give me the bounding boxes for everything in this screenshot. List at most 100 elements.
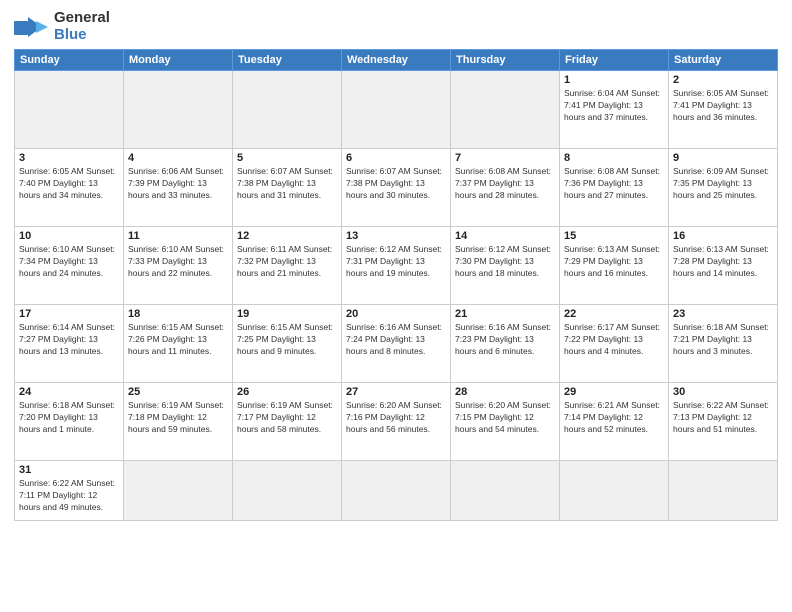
calendar-cell: 11Sunrise: 6:10 AM Sunset: 7:33 PM Dayli… [124,227,233,305]
calendar-cell: 13 Sunrise: 6:12 AM Sunset: 7:31 PM Dayli… [342,227,451,305]
day-info: Sunrise: 6:13 AM Sunset: 7:28 PM Dayligh… [673,244,773,280]
calendar-cell: 26 Sunrise: 6:19 AM Sunset: 7:17 PM Dayli… [233,383,342,461]
day-number: 29 [564,386,664,398]
day-info: Sunrise: 6:16 AM Sunset: 7:23 PM Dayligh… [455,322,555,358]
calendar-table: SundayMondayTuesdayWednesdayThursdayFrid… [14,49,778,521]
day-number: 25 [128,386,228,398]
day-info: Sunrise: 6:18 AM Sunset: 7:20 PM Dayligh… [19,400,119,436]
header: General Blue [14,10,778,43]
calendar-week-4: 24 Sunrise: 6:18 AM Sunset: 7:20 PM Dayli… [15,383,778,461]
calendar-cell: 20 Sunrise: 6:16 AM Sunset: 7:24 PM Dayli… [342,305,451,383]
calendar-weekday-thursday: Thursday [451,50,560,71]
day-info: Sunrise: 6:19 AM Sunset: 7:17 PM Dayligh… [237,400,337,436]
calendar-cell: 8 Sunrise: 6:08 AM Sunset: 7:36 PM Daylig… [560,149,669,227]
day-number: 12 [237,230,337,242]
day-info: Sunrise: 6:16 AM Sunset: 7:24 PM Dayligh… [346,322,446,358]
calendar-cell: 23 Sunrise: 6:18 AM Sunset: 7:21 PM Dayli… [669,305,778,383]
calendar-cell: 16 Sunrise: 6:13 AM Sunset: 7:28 PM Dayli… [669,227,778,305]
calendar-cell: 17Sunrise: 6:14 AM Sunset: 7:27 PM Dayli… [15,305,124,383]
day-info: Sunrise: 6:19 AM Sunset: 7:18 PM Dayligh… [128,400,228,436]
calendar-cell: 6 Sunrise: 6:07 AM Sunset: 7:38 PM Daylig… [342,149,451,227]
calendar-cell [15,71,124,149]
day-info: Sunrise: 6:18 AM Sunset: 7:21 PM Dayligh… [673,322,773,358]
calendar-cell [342,461,451,521]
calendar-cell: 2Sunrise: 6:05 AM Sunset: 7:41 PM Daylig… [669,71,778,149]
day-number: 27 [346,386,446,398]
day-info: Sunrise: 6:13 AM Sunset: 7:29 PM Dayligh… [564,244,664,280]
day-number: 3 [19,152,119,164]
day-info: Sunrise: 6:07 AM Sunset: 7:38 PM Dayligh… [346,166,446,202]
day-info: Sunrise: 6:21 AM Sunset: 7:14 PM Dayligh… [564,400,664,436]
day-number: 13 [346,230,446,242]
calendar-week-2: 10Sunrise: 6:10 AM Sunset: 7:34 PM Dayli… [15,227,778,305]
calendar-cell: 18Sunrise: 6:15 AM Sunset: 7:26 PM Dayli… [124,305,233,383]
calendar-cell: 7 Sunrise: 6:08 AM Sunset: 7:37 PM Daylig… [451,149,560,227]
day-info: Sunrise: 6:05 AM Sunset: 7:41 PM Dayligh… [673,88,773,124]
calendar-week-1: 3 Sunrise: 6:05 AM Sunset: 7:40 PM Daylig… [15,149,778,227]
calendar-cell: 5 Sunrise: 6:07 AM Sunset: 7:38 PM Daylig… [233,149,342,227]
day-number: 14 [455,230,555,242]
day-number: 19 [237,308,337,320]
calendar-cell: 1 Sunrise: 6:04 AM Sunset: 7:41 PM Daylig… [560,71,669,149]
calendar-cell: 4Sunrise: 6:06 AM Sunset: 7:39 PM Daylig… [124,149,233,227]
calendar-cell: 22Sunrise: 6:17 AM Sunset: 7:22 PM Dayli… [560,305,669,383]
calendar-cell [124,71,233,149]
day-info: Sunrise: 6:12 AM Sunset: 7:31 PM Dayligh… [346,244,446,280]
calendar-cell [233,71,342,149]
calendar-cell: 25 Sunrise: 6:19 AM Sunset: 7:18 PM Dayli… [124,383,233,461]
calendar-cell: 29 Sunrise: 6:21 AM Sunset: 7:14 PM Dayli… [560,383,669,461]
calendar-weekday-monday: Monday [124,50,233,71]
calendar-cell: 31Sunrise: 6:22 AM Sunset: 7:11 PM Dayli… [15,461,124,521]
calendar-cell [342,71,451,149]
day-number: 26 [237,386,337,398]
calendar-cell [233,461,342,521]
calendar-cell: 15 Sunrise: 6:13 AM Sunset: 7:29 PM Dayli… [560,227,669,305]
day-info: Sunrise: 6:07 AM Sunset: 7:38 PM Dayligh… [237,166,337,202]
calendar-cell [669,461,778,521]
day-number: 10 [19,230,119,242]
day-info: Sunrise: 6:04 AM Sunset: 7:41 PM Dayligh… [564,88,664,124]
day-info: Sunrise: 6:05 AM Sunset: 7:40 PM Dayligh… [19,166,119,202]
day-number: 11 [128,230,228,242]
logo-text: General Blue [54,10,110,43]
day-info: Sunrise: 6:08 AM Sunset: 7:36 PM Dayligh… [564,166,664,202]
day-number: 1 [564,74,664,86]
day-number: 15 [564,230,664,242]
day-number: 5 [237,152,337,164]
page: General Blue SundayMondayTuesdayWednesda… [0,0,792,612]
day-number: 4 [128,152,228,164]
day-number: 6 [346,152,446,164]
day-info: Sunrise: 6:15 AM Sunset: 7:26 PM Dayligh… [128,322,228,358]
logo: General Blue [14,10,110,43]
calendar-cell [451,461,560,521]
calendar-header-row: SundayMondayTuesdayWednesdayThursdayFrid… [15,50,778,71]
day-number: 7 [455,152,555,164]
calendar-cell: 28 Sunrise: 6:20 AM Sunset: 7:15 PM Dayli… [451,383,560,461]
day-number: 20 [346,308,446,320]
day-number: 8 [564,152,664,164]
day-number: 30 [673,386,773,398]
calendar-cell [451,71,560,149]
calendar-week-5: 31Sunrise: 6:22 AM Sunset: 7:11 PM Dayli… [15,461,778,521]
day-number: 21 [455,308,555,320]
day-number: 23 [673,308,773,320]
calendar-cell: 19Sunrise: 6:15 AM Sunset: 7:25 PM Dayli… [233,305,342,383]
calendar-cell: 12Sunrise: 6:11 AM Sunset: 7:32 PM Dayli… [233,227,342,305]
calendar-weekday-tuesday: Tuesday [233,50,342,71]
day-number: 9 [673,152,773,164]
logo-icon [14,13,50,41]
day-number: 16 [673,230,773,242]
calendar-cell: 10Sunrise: 6:10 AM Sunset: 7:34 PM Dayli… [15,227,124,305]
day-info: Sunrise: 6:17 AM Sunset: 7:22 PM Dayligh… [564,322,664,358]
calendar-cell: 9 Sunrise: 6:09 AM Sunset: 7:35 PM Daylig… [669,149,778,227]
day-number: 24 [19,386,119,398]
calendar-cell: 27 Sunrise: 6:20 AM Sunset: 7:16 PM Dayli… [342,383,451,461]
day-number: 28 [455,386,555,398]
calendar-week-3: 17Sunrise: 6:14 AM Sunset: 7:27 PM Dayli… [15,305,778,383]
day-info: Sunrise: 6:09 AM Sunset: 7:35 PM Dayligh… [673,166,773,202]
day-info: Sunrise: 6:08 AM Sunset: 7:37 PM Dayligh… [455,166,555,202]
day-info: Sunrise: 6:20 AM Sunset: 7:15 PM Dayligh… [455,400,555,436]
calendar-weekday-saturday: Saturday [669,50,778,71]
calendar-cell [124,461,233,521]
day-info: Sunrise: 6:20 AM Sunset: 7:16 PM Dayligh… [346,400,446,436]
